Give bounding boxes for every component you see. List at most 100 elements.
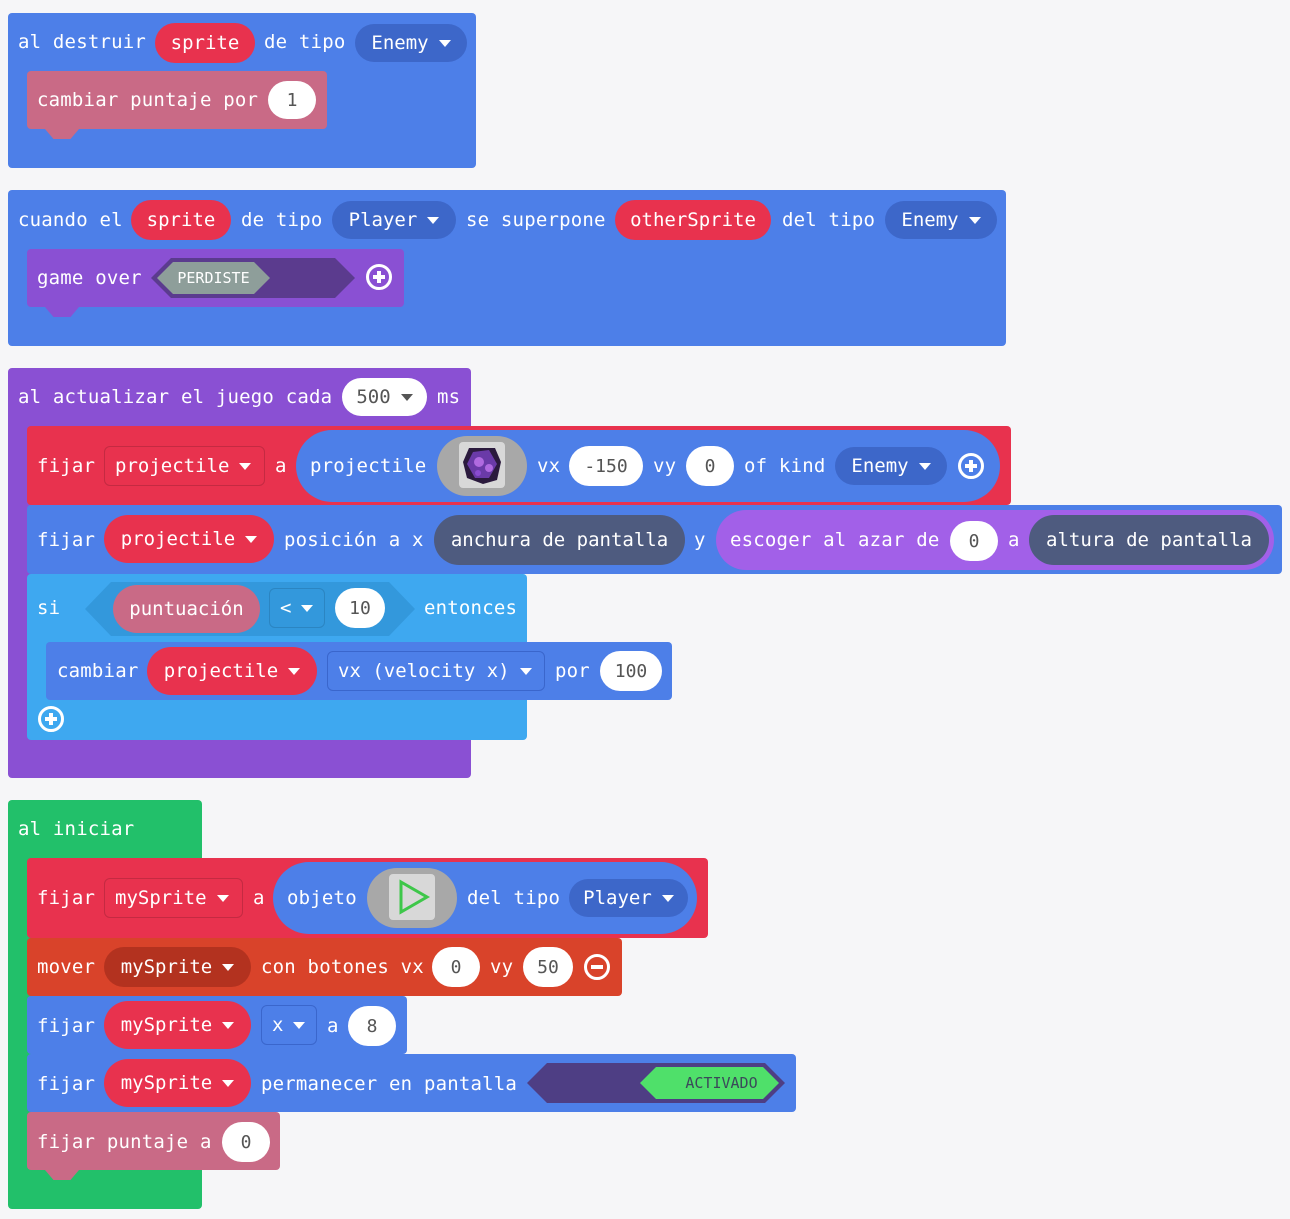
kind-value: Enemy <box>371 32 429 54</box>
of-kind-label: of kind <box>744 455 826 477</box>
interval-dropdown[interactable]: 500 <box>342 378 427 416</box>
add-else-icon[interactable] <box>38 706 64 732</box>
random-to-label: a <box>1008 529 1020 551</box>
message-hexagon[interactable]: PERDISTE <box>157 262 270 294</box>
compare-value[interactable]: 10 <box>335 588 385 628</box>
variable-dropdown[interactable]: mySprite <box>104 1059 251 1107</box>
toggle-knob[interactable]: ACTIVADO <box>640 1067 779 1099</box>
of-type-label: de tipo <box>241 209 323 231</box>
move-label: mover <box>37 956 96 978</box>
add-param-icon[interactable] <box>366 264 392 290</box>
chevron-down-icon <box>968 216 981 224</box>
x-value[interactable]: 8 <box>348 1006 396 1046</box>
on-start-label: al iniciar <box>18 818 135 840</box>
chevron-down-icon <box>222 1021 235 1029</box>
overlaps-label: se superpone <box>466 209 606 231</box>
if-label: si <box>37 597 61 619</box>
vy-label: vy <box>653 455 677 477</box>
chevron-down-icon <box>222 1079 235 1087</box>
projectile-label: projectile <box>310 455 427 477</box>
set-label: fijar <box>37 1073 96 1095</box>
set-label: fijar <box>37 529 96 551</box>
position-label: posición a x <box>284 529 424 551</box>
operator-value: < <box>280 597 292 619</box>
move-vx-value[interactable]: 0 <box>432 947 480 987</box>
variable-dropdown[interactable]: mySprite <box>104 878 243 918</box>
sprite-param-pill[interactable]: sprite <box>131 200 231 240</box>
chevron-down-icon <box>400 393 413 401</box>
chevron-down-icon <box>661 894 674 902</box>
toggle-label: ACTIVADO <box>685 1074 758 1092</box>
property-dropdown[interactable]: vx (velocity x) <box>327 651 545 691</box>
vx-label: vx <box>537 455 561 477</box>
operator-dropdown[interactable]: < <box>269 588 325 628</box>
with-buttons-label: con botones vx <box>261 956 424 978</box>
variable-value: projectile <box>120 528 236 550</box>
score-value[interactable]: 0 <box>222 1122 270 1162</box>
remove-param-icon[interactable] <box>584 954 610 980</box>
chevron-down-icon <box>245 535 258 543</box>
by-value[interactable]: 100 <box>600 651 662 691</box>
kind-dropdown[interactable]: Enemy <box>835 447 947 485</box>
vy-label: vy <box>490 956 514 978</box>
by-label: por <box>555 660 590 682</box>
screen-width-reporter[interactable]: anchura de pantalla <box>434 515 685 565</box>
chevron-down-icon <box>519 667 532 675</box>
vy-value[interactable]: 0 <box>686 446 734 486</box>
chevron-down-icon <box>288 667 301 675</box>
stay-label: permanecer en pantalla <box>261 1073 518 1095</box>
kind-value: Enemy <box>851 455 909 477</box>
variable-value: mySprite <box>120 1014 213 1036</box>
of-type-label: de tipo <box>264 31 346 53</box>
set-label: fijar <box>37 1015 96 1037</box>
set-label: fijar <box>37 887 96 909</box>
of-kind-label: del tipo <box>782 209 876 231</box>
kind-value: Player <box>348 209 418 231</box>
variable-dropdown[interactable]: mySprite <box>104 947 251 987</box>
variable-value: mySprite <box>120 956 213 978</box>
on-update-label: al actualizar el juego cada <box>18 386 333 408</box>
random-label: escoger al azar de <box>730 529 940 551</box>
property-value: x <box>272 1014 284 1036</box>
enemy-sprite-thumbnail <box>459 442 505 488</box>
vx-value[interactable]: -150 <box>569 446 643 486</box>
variable-dropdown[interactable]: projectile <box>104 446 265 486</box>
set-score-label: fijar puntaje a <box>37 1131 212 1153</box>
kind-value: Player <box>583 887 652 909</box>
to-label: a <box>275 455 287 477</box>
chevron-down-icon <box>222 963 235 971</box>
player-arrow-icon <box>399 879 431 915</box>
chevron-down-icon <box>216 894 229 902</box>
score-reporter[interactable]: puntuación <box>113 585 260 633</box>
add-param-icon[interactable] <box>958 453 984 479</box>
other-kind-dropdown[interactable]: Enemy <box>885 201 997 239</box>
kind-value: Enemy <box>901 209 959 231</box>
sprite-label: objeto <box>287 887 357 909</box>
variable-value: projectile <box>115 455 230 477</box>
chevron-down-icon <box>239 462 252 470</box>
kind-dropdown[interactable]: Enemy <box>355 24 467 62</box>
player-sprite-thumbnail <box>389 874 435 920</box>
variable-dropdown[interactable]: projectile <box>104 515 274 563</box>
move-vy-value[interactable]: 50 <box>523 947 573 987</box>
when-label: cuando el <box>18 209 123 231</box>
to-label: a <box>327 1015 339 1037</box>
property-dropdown[interactable]: x <box>261 1005 317 1045</box>
screen-height-reporter[interactable]: altura de pantalla <box>1029 515 1269 565</box>
variable-dropdown[interactable]: projectile <box>147 647 317 695</box>
sprite-param-pill[interactable]: sprite <box>155 23 255 63</box>
kind-dropdown[interactable]: Player <box>332 201 456 239</box>
random-from-value[interactable]: 0 <box>950 521 998 561</box>
interval-value: 500 <box>356 386 391 408</box>
change-score-value[interactable]: 1 <box>268 81 316 119</box>
chevron-down-icon <box>301 604 314 612</box>
variable-value: mySprite <box>115 887 207 909</box>
game-over-label: game over <box>37 267 142 289</box>
chevron-down-icon <box>427 216 440 224</box>
kind-dropdown[interactable]: Player <box>569 879 688 917</box>
variable-dropdown[interactable]: mySprite <box>104 1001 251 1049</box>
other-sprite-param-pill[interactable]: otherSprite <box>615 200 771 240</box>
property-value: vx (velocity x) <box>338 660 510 682</box>
message-text: PERDISTE <box>177 269 250 287</box>
to-label: a <box>253 887 265 909</box>
